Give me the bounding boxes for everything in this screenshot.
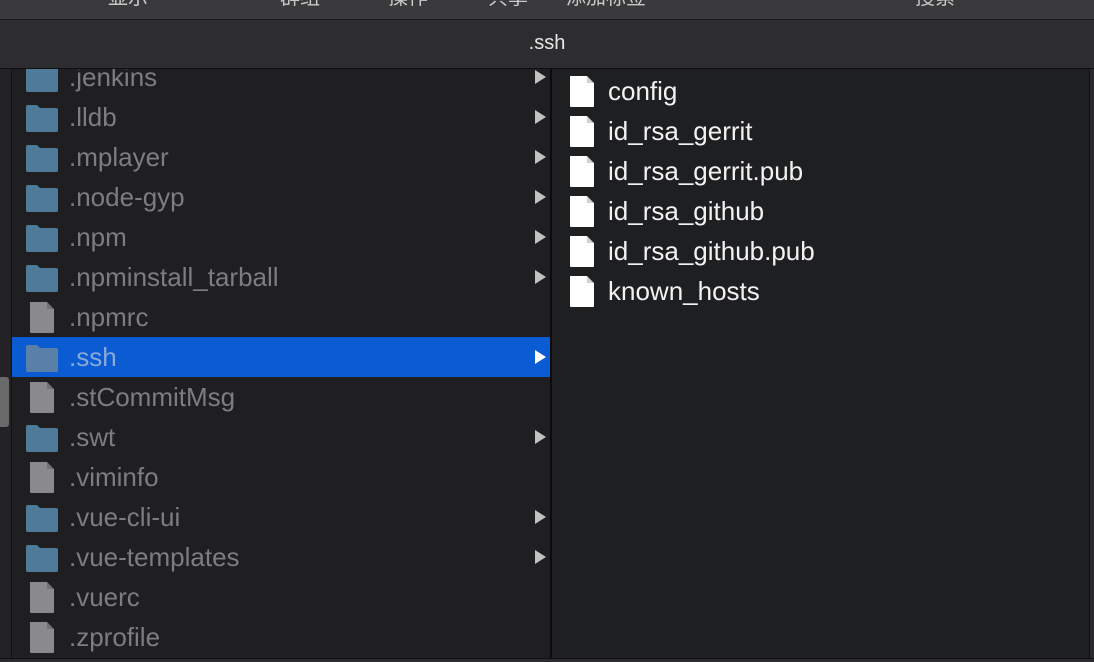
disclosure-arrow-icon	[535, 550, 546, 564]
folder-icon	[25, 421, 59, 453]
item-name: .node-gyp	[69, 182, 185, 212]
item-name: .jenkins	[69, 69, 158, 92]
file-row[interactable]: .stCommitMsg	[12, 377, 550, 417]
item-name: id_rsa_github	[608, 196, 765, 226]
item-name: .vuerc	[69, 582, 140, 612]
file-row[interactable]: id_rsa_gerrit	[552, 111, 1089, 151]
folder-row[interactable]: .swt	[12, 417, 550, 457]
file-icon	[28, 581, 62, 613]
folder-row[interactable]: .npm	[12, 217, 550, 257]
folder-icon	[25, 101, 59, 133]
file-icon	[568, 195, 596, 228]
file-icon	[568, 155, 596, 188]
file-icon	[28, 381, 62, 413]
folder-row[interactable]: .npminstall_tarball	[12, 257, 550, 297]
item-name: .mplayer	[69, 142, 169, 172]
item-name: .npm	[69, 222, 127, 252]
item-name: config	[608, 76, 678, 106]
folder-row[interactable]: .vue-cli-ui	[12, 497, 550, 537]
previous-column-edge	[0, 69, 12, 662]
item-name: id_rsa_github.pub	[608, 236, 815, 266]
disclosure-arrow-icon	[535, 70, 546, 84]
file-icon	[28, 301, 62, 333]
toolbar: 显示 群组 操作 共享 添加标签 搜索	[0, 0, 1094, 19]
item-name: known_hosts	[608, 276, 760, 306]
column-resize-edge[interactable]	[1089, 69, 1094, 662]
disclosure-arrow-icon	[535, 350, 546, 364]
file-icon	[568, 75, 596, 108]
item-name: id_rsa_gerrit.pub	[608, 156, 804, 186]
file-row[interactable]: known_hosts	[552, 271, 1089, 311]
folder-icon	[25, 261, 59, 293]
item-name: .stCommitMsg	[69, 382, 236, 412]
toolbar-tag-button[interactable]: 添加标签	[566, 0, 646, 10]
ssh-column: config id_rsa_gerrit id_rsa_gerrit.pub id_r…	[552, 69, 1089, 662]
folder-icon	[25, 341, 59, 373]
file-icon	[28, 621, 62, 653]
item-name: .swt	[69, 422, 116, 452]
toolbar-action-button[interactable]: 操作	[388, 0, 428, 10]
toolbar-group-button[interactable]: 群组	[280, 0, 320, 10]
toolbar-share-button[interactable]: 共享	[488, 0, 528, 10]
folder-icon	[25, 501, 59, 533]
file-icon	[28, 461, 62, 493]
folder-icon	[25, 141, 59, 173]
folder-icon	[25, 69, 59, 93]
toolbar-search-button[interactable]: 搜索	[915, 0, 955, 10]
item-name: .npminstall_tarball	[69, 262, 279, 292]
folder-row[interactable]: .jenkins	[12, 69, 550, 97]
disclosure-arrow-icon	[535, 190, 546, 204]
scrollbar-thumb[interactable]	[0, 377, 9, 427]
tab-ssh[interactable]: .ssh	[0, 32, 1094, 55]
item-name: .vue-templates	[69, 542, 240, 572]
finder-window: 显示 群组 操作 共享 添加标签 搜索 .ssh .jenkins .lldb .m…	[0, 0, 1094, 662]
file-icon	[568, 275, 596, 308]
item-name: .npmrc	[69, 302, 149, 332]
folder-icon	[25, 541, 59, 573]
item-name: .viminfo	[69, 462, 159, 492]
file-row[interactable]: .vuerc	[12, 577, 550, 617]
file-row[interactable]: id_rsa_github.pub	[552, 231, 1089, 271]
file-row[interactable]: .zprofile	[12, 617, 550, 657]
folder-icon	[25, 181, 59, 213]
folder-row[interactable]: .mplayer	[12, 137, 550, 177]
file-row[interactable]: config	[552, 71, 1089, 111]
file-icon	[568, 115, 596, 148]
home-column: .jenkins .lldb .mplayer .node-gyp .npm .npmin…	[12, 69, 550, 662]
folder-row[interactable]: .node-gyp	[12, 177, 550, 217]
folder-row[interactable]: .ssh	[12, 337, 550, 377]
disclosure-arrow-icon	[535, 430, 546, 444]
disclosure-arrow-icon	[535, 150, 546, 164]
disclosure-arrow-icon	[535, 230, 546, 244]
item-name: id_rsa_gerrit	[608, 116, 753, 146]
file-row[interactable]: id_rsa_github	[552, 191, 1089, 231]
toolbar-view-button[interactable]: 显示	[108, 0, 148, 10]
item-name: .ssh	[69, 342, 117, 372]
file-row[interactable]: id_rsa_gerrit.pub	[552, 151, 1089, 191]
file-row[interactable]: .npmrc	[12, 297, 550, 337]
disclosure-arrow-icon	[535, 270, 546, 284]
folder-row[interactable]: .vue-templates	[12, 537, 550, 577]
file-row[interactable]: .viminfo	[12, 457, 550, 497]
item-name: .vue-cli-ui	[69, 502, 181, 532]
tab-bar: .ssh	[0, 19, 1094, 69]
item-name: .zprofile	[69, 622, 161, 652]
disclosure-arrow-icon	[535, 510, 546, 524]
disclosure-arrow-icon	[535, 110, 546, 124]
folder-icon	[25, 221, 59, 253]
item-name: .lldb	[69, 102, 117, 132]
folder-row[interactable]: .lldb	[12, 97, 550, 137]
file-icon	[568, 235, 596, 268]
bottom-edge	[0, 658, 1094, 662]
